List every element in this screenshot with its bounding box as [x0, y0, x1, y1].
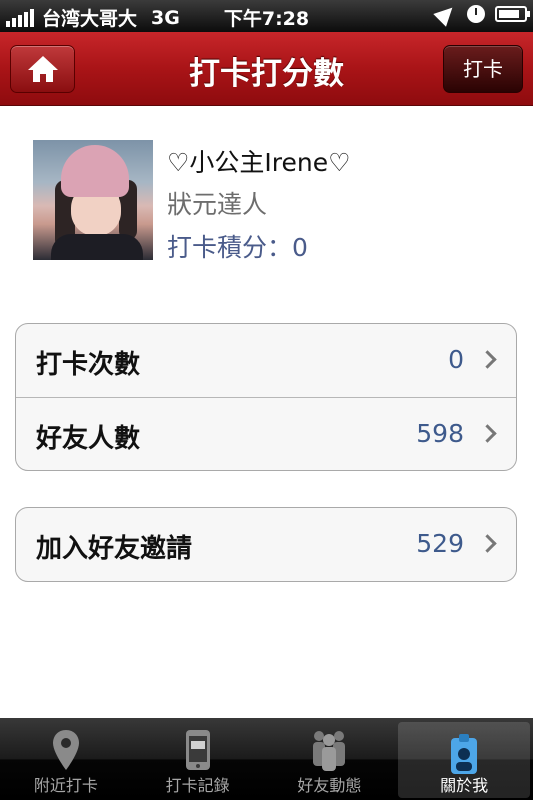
row-value: 0 — [448, 345, 464, 374]
row-value: 529 — [416, 529, 464, 558]
tab-label: 打卡記錄 — [165, 776, 230, 795]
chevron-right-icon — [478, 350, 497, 369]
row-label: 好友人數 — [36, 424, 141, 454]
friend-count-row[interactable]: 好友人數 598 — [16, 397, 516, 470]
row-label: 打卡次數 — [36, 350, 141, 380]
tab-friend-activity[interactable]: 好友動態 — [264, 718, 396, 800]
tab-nearby-checkin[interactable]: 附近打卡 — [0, 718, 132, 800]
tab-label: 好友動態 — [297, 776, 362, 795]
avatar — [33, 140, 153, 260]
profile-score: 打卡積分：0 — [167, 233, 308, 262]
navigation-bar: 打卡打分數 打卡 — [0, 32, 533, 106]
clock-icon — [467, 5, 485, 23]
profile-badge-icon — [451, 734, 478, 774]
chevron-right-icon — [478, 534, 497, 553]
check-in-button[interactable]: 打卡 — [443, 45, 523, 93]
chevron-right-icon — [478, 424, 497, 443]
battery-icon — [495, 6, 530, 22]
checkin-count-row[interactable]: 打卡次數 0 — [16, 324, 516, 397]
tab-label: 關於我 — [440, 776, 489, 795]
phone-record-icon — [185, 730, 210, 770]
location-pin-icon — [52, 730, 79, 770]
tab-label: 附近打卡 — [33, 776, 98, 795]
profile-rank: 狀元達人 — [167, 190, 268, 219]
stats-group: 打卡次數 0 好友人數 598 — [15, 323, 517, 471]
row-value: 598 — [416, 419, 464, 448]
profile-name: ♡小公主Irene♡ — [167, 148, 351, 177]
tab-bar: 附近打卡 打卡記錄 好友動態 關於我 — [0, 718, 533, 800]
tab-about-me[interactable]: 關於我 — [398, 722, 530, 798]
friends-icon — [313, 731, 346, 771]
location-arrow-icon — [433, 1, 459, 27]
tab-checkin-records[interactable]: 打卡記錄 — [132, 718, 264, 800]
friend-invites-row[interactable]: 加入好友邀請 529 — [16, 508, 516, 581]
status-bar: 台湾大哥大 3G 下午7:28 — [0, 0, 533, 32]
row-label: 加入好友邀請 — [36, 534, 193, 564]
invite-group: 加入好友邀請 529 — [15, 507, 517, 582]
